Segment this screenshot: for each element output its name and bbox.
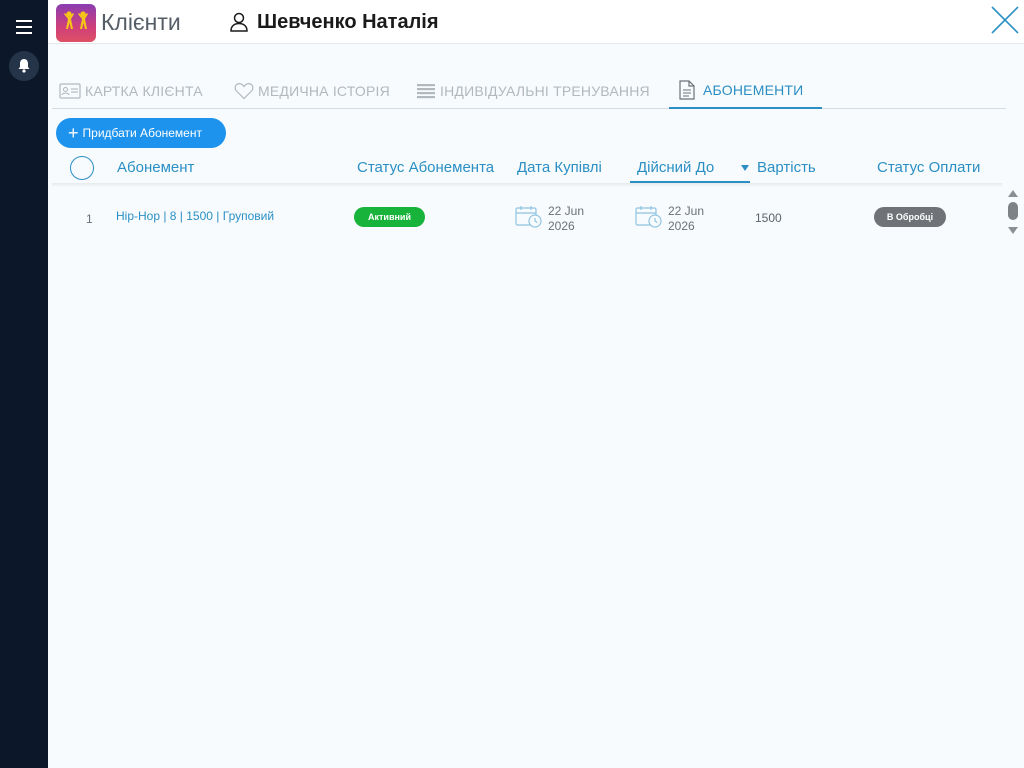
bell-icon [18,59,30,73]
scroll-down-arrow[interactable] [1008,227,1018,234]
notifications-button[interactable] [9,51,39,81]
tab-bar: КАРТКА КЛІЄНТА МЕДИЧНА ІСТОРІЯ ІНДИВІДУА… [52,72,1006,109]
row-number: 1 [86,212,93,226]
column-header-valid-until[interactable]: Дійсний До [637,159,714,176]
table-header-divider [52,183,1002,187]
status-badge: Активний [354,207,425,227]
valid-until-day: 22 Jun [668,204,705,218]
scrollbar-thumb[interactable] [1008,202,1018,220]
valid-until-year: 2026 [668,219,695,233]
buy-subscription-label: Придбати Абонемент [82,126,202,140]
column-header-subscription[interactable]: Абонемент [117,159,194,176]
sort-desc-icon[interactable] [741,165,749,171]
scroll-up-arrow[interactable] [1008,190,1018,197]
user-icon [230,12,248,32]
dancers-icon [64,11,88,29]
heart-icon [234,82,254,99]
id-card-icon [59,82,81,99]
tab-label: АБОНЕМЕНТИ [703,81,804,98]
price-value: 1500 [755,211,782,225]
payment-status-badge: В Обробці [874,207,946,227]
plus-icon: + [68,123,79,143]
calendar-clock-icon [515,206,542,228]
menu-icon[interactable] [16,20,32,34]
client-name: Шевченко Наталія [257,11,439,33]
column-header-subscription-status[interactable]: Статус Абонемента [357,159,494,176]
valid-until-date: 22 Jun 2026 [668,204,704,233]
select-all-checkbox[interactable] [70,156,94,180]
top-header: Клієнти Шевченко Наталія [48,0,1024,44]
purchase-date-day: 22 Jun [548,204,585,218]
tab-individual-training[interactable]: ІНДИВІДУАЛЬНІ ТРЕНУВАННЯ [416,72,656,109]
tab-label: КАРТКА КЛІЄНТА [85,82,203,99]
document-icon [679,79,695,100]
column-header-price[interactable]: Вартість [757,159,816,176]
tab-client-card[interactable]: КАРТКА КЛІЄНТА [59,72,219,109]
tab-subscriptions[interactable]: АБОНЕМЕНТИ [669,72,822,109]
list-icon [417,83,435,98]
column-header-payment-status[interactable]: Статус Оплати [877,159,980,176]
column-header-purchase-date[interactable]: Дата Купівлі [517,159,602,176]
app-logo [56,4,96,42]
tab-label: МЕДИЧНА ІСТОРІЯ [258,82,390,99]
purchase-date: 22 Jun 2026 [548,204,584,233]
close-icon [991,6,1019,34]
subscription-link[interactable]: Hip-Hop | 8 | 1500 | Груповий [116,209,274,223]
app-title: Клієнти [101,9,181,35]
tab-medical-history[interactable]: МЕДИЧНА ІСТОРІЯ [234,72,404,109]
close-button[interactable] [990,5,1020,35]
purchase-date-year: 2026 [548,219,575,233]
buy-subscription-button[interactable]: + Придбати Абонемент [56,118,226,148]
tab-label: ІНДИВІДУАЛЬНІ ТРЕНУВАННЯ [440,82,650,99]
calendar-clock-icon [635,206,662,228]
sidebar [0,0,48,768]
